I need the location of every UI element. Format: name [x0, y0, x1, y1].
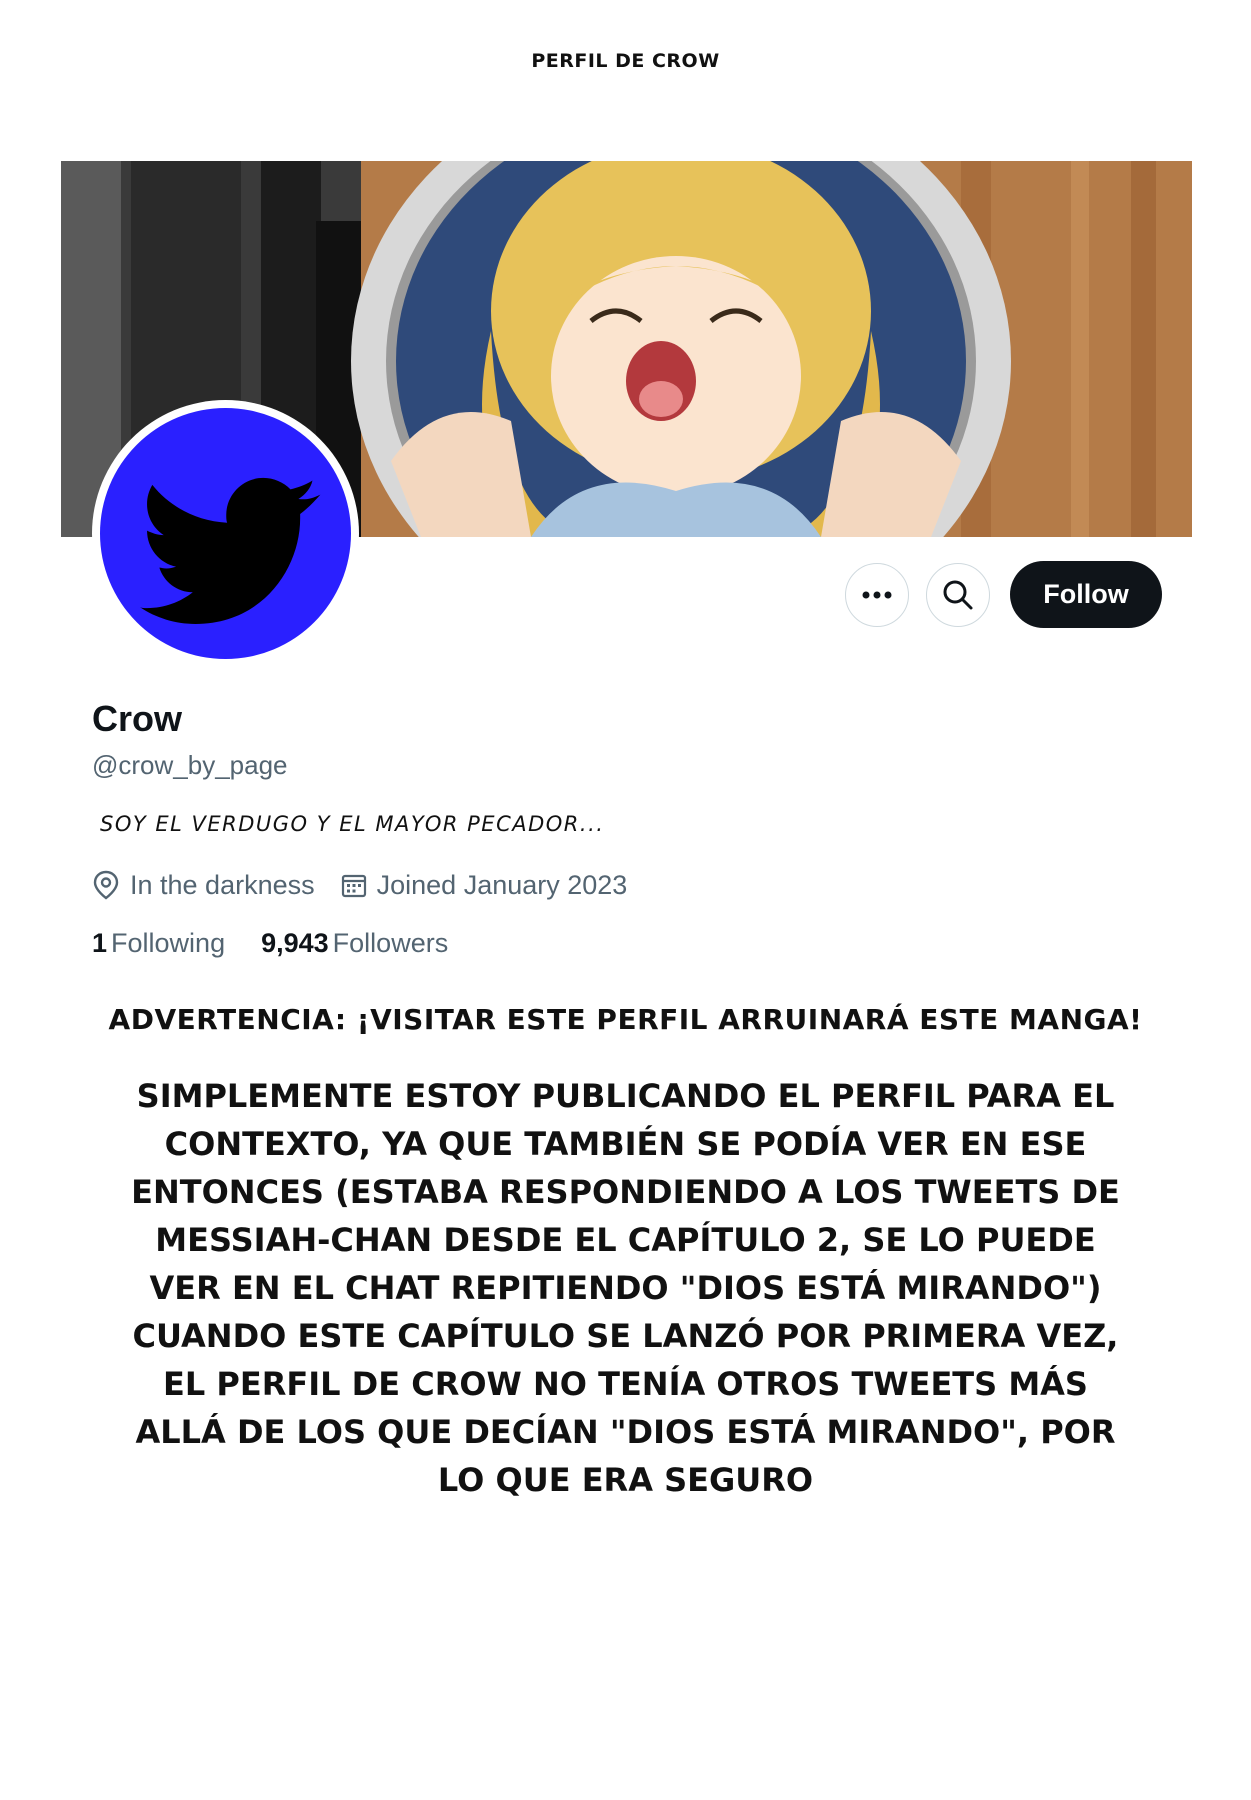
avatar[interactable]	[100, 408, 351, 659]
calendar-icon	[341, 874, 366, 898]
location: In the darkness	[92, 870, 315, 901]
page-title: PERFIL DE CROW	[531, 50, 720, 72]
location-text: In the darkness	[130, 869, 315, 900]
search-button[interactable]	[926, 563, 990, 627]
follow-button[interactable]: Follow	[1010, 561, 1162, 628]
following-label: Following	[111, 928, 226, 958]
profile-bio: SOY EL VERDUGO Y EL MAYOR PECADOR...	[100, 812, 605, 836]
followers-link[interactable]: 9,943 Followers	[261, 928, 448, 959]
followers-label: Followers	[332, 928, 449, 958]
more-options-icon	[862, 591, 892, 599]
user-handle: @crow_by_page	[92, 750, 288, 780]
followers-count: 9,943	[261, 928, 329, 958]
join-date-text: Joined January 2023	[376, 869, 628, 900]
join-date: Joined January 2023	[341, 869, 628, 901]
more-options-button[interactable]	[845, 563, 909, 627]
twitter-bird-icon	[140, 477, 321, 624]
following-link[interactable]: 1 Following	[92, 928, 225, 959]
translator-note: SIMPLEMENTE ESTOY PUBLICANDO EL PERFIL P…	[131, 1077, 1120, 1499]
location-pin-icon	[93, 870, 119, 900]
warning-text: ADVERTENCIA: ¡VISITAR ESTE PERFIL ARRUIN…	[108, 1003, 1143, 1036]
follow-counts: 1 Following 9,943 Followers	[92, 928, 484, 959]
following-count: 1	[92, 928, 108, 958]
search-icon	[943, 580, 973, 610]
display-name: Crow	[92, 698, 182, 739]
profile-meta: In the darkness Joined January 2023	[92, 867, 653, 903]
